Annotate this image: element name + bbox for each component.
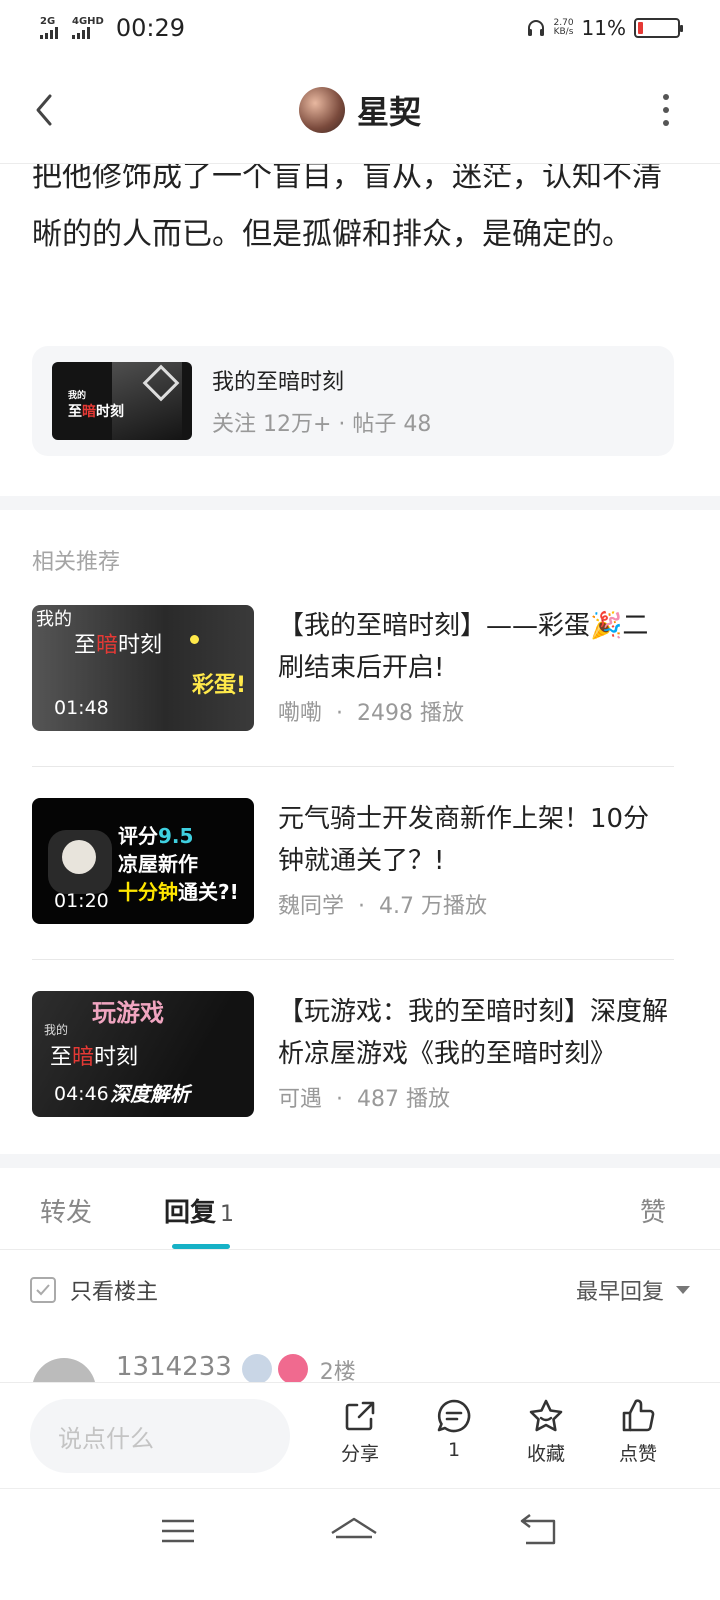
list-separator — [32, 766, 674, 767]
reply-username[interactable]: 1314233 — [116, 1354, 232, 1382]
comment-count: 1 — [447, 1439, 461, 1461]
share-icon — [345, 1401, 375, 1431]
video-thumbnail: 评分9.5 凉屋新作 十分钟通关?! 01:20 — [32, 798, 254, 924]
floor-number: 2楼 — [319, 1360, 356, 1382]
signal-bars-icon — [40, 27, 58, 39]
battery-icon — [634, 18, 683, 38]
signal-2g: 2G — [40, 17, 58, 39]
share-label: 分享 — [340, 1443, 379, 1465]
like-button[interactable]: 点赞 — [598, 1397, 678, 1466]
reply-item[interactable]: 1314233 2楼 — [32, 1354, 682, 1382]
back-arrow-icon[interactable] — [28, 90, 64, 130]
battery-percent: 11% — [581, 16, 626, 40]
net-speed-unit: KB/s — [553, 27, 574, 37]
more-menu-icon[interactable] — [660, 94, 672, 126]
menu-icon[interactable] — [148, 1511, 208, 1551]
recommend-item[interactable]: 我的 至暗时刻 彩蛋! 01:48 【我的至暗时刻】——彩蛋🎉二刷结束后开启! … — [32, 605, 674, 731]
video-thumbnail: 玩游戏 我的 至暗时刻 深度解析 04:46 — [32, 991, 254, 1117]
reply-filter-bar: 只看楼主 最早回复 — [0, 1250, 720, 1330]
home-icon[interactable] — [324, 1511, 384, 1551]
level-badge-icon — [241, 1354, 272, 1382]
recommend-item[interactable]: 评分9.5 凉屋新作 十分钟通关?! 01:20 元气骑士开发商新作上架！10分… — [32, 798, 674, 924]
tab-like[interactable]: 赞 — [640, 1192, 666, 1229]
video-duration: 04:46 — [54, 1083, 109, 1105]
video-meta: 魏同学 · 4.7 万播放 — [278, 894, 487, 919]
forum-meta: 关注 12万+ · 帖子 48 — [212, 412, 432, 437]
top-header: 星契 — [0, 56, 720, 164]
tab-reply[interactable]: 回复 1 — [164, 1192, 234, 1229]
star-icon — [529, 1399, 563, 1432]
forum-name: 我的至暗时刻 — [212, 370, 345, 395]
comment-button[interactable]: 1 — [414, 1397, 494, 1461]
tab-forward[interactable]: 转发 — [40, 1192, 92, 1229]
video-meta: 嘞嘞 · 2498 播放 — [278, 701, 464, 726]
caret-down-icon — [676, 1286, 690, 1294]
headphones-icon — [527, 20, 544, 36]
recommend-heading: 相关推荐 — [32, 550, 121, 575]
section-divider — [0, 496, 720, 510]
video-meta: 可遇 · 487 播放 — [278, 1087, 450, 1112]
status-bar: 2G 4GHD 00:29 2.70 KB/s 11% — [0, 0, 720, 56]
post-body-text: 把他修饰成了一个盲目，盲从，迷茫，认知不清晰的的人而已。但是孤僻和排众，是确定的… — [32, 159, 662, 252]
video-title: 元气骑士开发商新作上架！10分钟就通关了？! — [278, 804, 650, 876]
active-tab-indicator — [172, 1244, 230, 1249]
sort-dropdown[interactable]: 最早回复 — [576, 1274, 690, 1306]
video-info: 元气骑士开发商新作上架！10分钟就通关了？! 魏同学 · 4.7 万播放 — [278, 798, 674, 924]
recommend-item[interactable]: 玩游戏 我的 至暗时刻 深度解析 04:46 【玩游戏：我的至暗时刻】深度解析凉… — [32, 991, 674, 1117]
comment-bubble-icon — [437, 1399, 471, 1433]
forum-card[interactable]: 我的 至暗时刻 我的至暗时刻 关注 12万+ · 帖子 48 — [32, 346, 674, 456]
thumbs-up-icon — [622, 1399, 655, 1432]
signal-4g: 4GHD — [72, 17, 104, 39]
only-op-checkbox[interactable] — [30, 1277, 56, 1303]
back-nav-icon[interactable] — [508, 1511, 568, 1551]
comment-input[interactable]: 说点什么 — [30, 1399, 290, 1473]
page-title[interactable]: 星契 — [357, 87, 421, 133]
forum-thumbnail: 我的 至暗时刻 — [52, 362, 192, 440]
reply-tabs: 转发 回复 1 赞 — [0, 1168, 720, 1250]
check-icon — [36, 1284, 50, 1296]
forum-thumb-title: 我的 至暗时刻 — [68, 391, 124, 420]
section-divider — [0, 1154, 720, 1168]
video-info: 【玩游戏：我的至暗时刻】深度解析凉屋游戏《我的至暗时刻》 可遇 · 487 播放 — [278, 991, 674, 1117]
avatar[interactable] — [32, 1358, 96, 1382]
collect-button[interactable]: 收藏 — [506, 1397, 586, 1466]
only-op-label[interactable]: 只看楼主 — [70, 1274, 158, 1306]
battery-fill — [638, 22, 643, 34]
clock: 00:29 — [115, 14, 186, 42]
list-separator — [32, 959, 674, 960]
video-info: 【我的至暗时刻】——彩蛋🎉二刷结束后开启! 嘞嘞 · 2498 播放 — [278, 605, 674, 731]
like-label: 点赞 — [618, 1443, 657, 1465]
video-duration: 01:48 — [54, 697, 109, 719]
system-nav-bar — [0, 1488, 720, 1600]
share-button[interactable]: 分享 — [320, 1397, 400, 1466]
signal-group: 2G 4GHD 00:29 — [40, 14, 185, 42]
tab-reply-count: 1 — [220, 1202, 235, 1227]
tab-reply-label: 回复 — [164, 1198, 217, 1228]
net-speed: 2.70 KB/s — [554, 19, 574, 37]
bottom-action-bar: 说点什么 分享 1 收藏 点赞 — [0, 1382, 720, 1488]
collect-label: 收藏 — [526, 1443, 565, 1465]
video-title: 【玩游戏：我的至暗时刻】深度解析凉屋游戏《我的至暗时刻》 — [278, 997, 669, 1069]
forum-info: 我的至暗时刻 关注 12万+ · 帖子 48 — [212, 364, 431, 438]
sort-label: 最早回复 — [575, 1280, 664, 1305]
video-duration: 01:20 — [54, 890, 109, 912]
honor-badge-icon — [277, 1354, 308, 1382]
video-title: 【我的至暗时刻】——彩蛋🎉二刷结束后开启! — [278, 611, 649, 683]
signal-2g-label: 2G — [40, 16, 56, 27]
status-right: 2.70 KB/s 11% — [526, 16, 683, 40]
forum-avatar[interactable] — [298, 86, 345, 133]
character-face-icon — [48, 830, 112, 894]
signal-4g-label: 4GHD — [72, 16, 104, 27]
video-thumbnail: 我的 至暗时刻 彩蛋! 01:48 — [32, 605, 254, 731]
signal-bars-icon — [72, 27, 90, 39]
